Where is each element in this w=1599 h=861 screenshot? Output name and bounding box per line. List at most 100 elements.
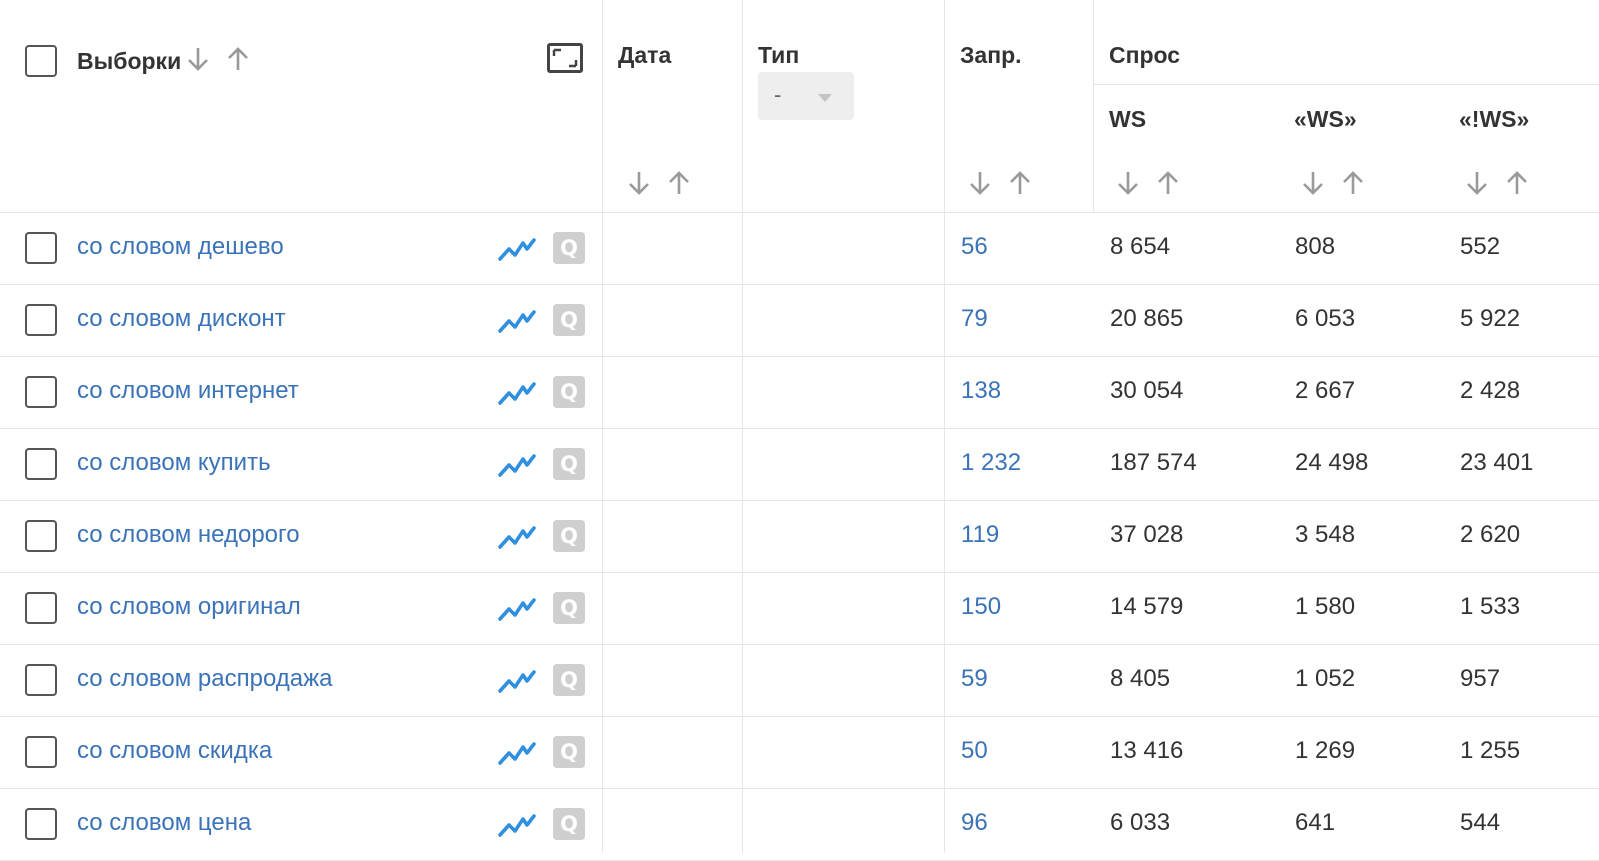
table-row: со словом интернет Q 138 30 054 2 667 2 428 <box>0 357 1599 429</box>
q-icon[interactable]: Q <box>553 376 585 408</box>
ws-quoted-value: 6 053 <box>1295 305 1356 332</box>
trend-chart-icon[interactable] <box>497 737 537 769</box>
selection-name-link[interactable]: со словом цена <box>77 809 251 837</box>
column-header-ws-quoted: «WS» <box>1294 106 1357 132</box>
q-icon[interactable]: Q <box>553 304 585 336</box>
table-row: со словом оригинал Q 150 14 579 1 580 1 533 <box>0 573 1599 645</box>
arrow-down-icon[interactable] <box>1462 168 1492 198</box>
trend-chart-icon[interactable] <box>497 449 537 481</box>
table-row: со словом дисконт Q 79 20 865 6 053 5 922 <box>0 285 1599 357</box>
row-checkbox[interactable] <box>25 448 57 480</box>
sort-controls-date <box>624 168 694 198</box>
ws-value: 20 865 <box>1110 305 1184 332</box>
data-table: Выборки Дата Тип - Запр. Спрос WS «WS» «… <box>0 0 1599 861</box>
row-checkbox[interactable] <box>25 736 57 768</box>
table-row: со словом купить Q 1 232 187 574 24 498 23 40… <box>0 429 1599 501</box>
select-all-checkbox[interactable] <box>25 45 57 77</box>
ws-value: 187 574 <box>1110 449 1197 476</box>
arrow-up-icon[interactable] <box>1502 168 1532 198</box>
trend-chart-icon[interactable] <box>497 809 537 841</box>
arrow-down-icon[interactable] <box>965 168 995 198</box>
row-checkbox[interactable] <box>25 304 57 336</box>
q-icon[interactable]: Q <box>553 232 585 264</box>
row-checkbox[interactable] <box>25 592 57 624</box>
ws-exact-value: 2 428 <box>1460 377 1521 404</box>
trend-chart-icon[interactable] <box>497 377 537 409</box>
arrow-up-icon[interactable] <box>664 168 694 198</box>
row-checkbox[interactable] <box>25 664 57 696</box>
selection-name-link[interactable]: со словом купить <box>77 449 271 477</box>
q-icon[interactable]: Q <box>553 592 585 624</box>
selection-name-link[interactable]: со словом дисконт <box>77 305 286 333</box>
type-filter-value: - <box>774 82 782 107</box>
ws-quoted-value: 1 052 <box>1295 665 1356 692</box>
row-checkbox[interactable] <box>25 376 57 408</box>
queries-count[interactable]: 56 <box>961 233 988 261</box>
queries-count[interactable]: 50 <box>961 737 988 765</box>
column-header-ws: WS <box>1109 106 1147 132</box>
arrow-up-icon[interactable] <box>1153 168 1183 198</box>
q-icon[interactable]: Q <box>553 736 585 768</box>
selection-name-link[interactable]: со словом распродажа <box>77 665 333 693</box>
row-checkbox[interactable] <box>25 808 57 840</box>
ws-value: 13 416 <box>1110 737 1184 764</box>
sort-controls-selections <box>183 44 253 74</box>
ws-quoted-value: 2 667 <box>1295 377 1356 404</box>
table-row: со словом цена Q 96 6 033 641 544 <box>0 789 1599 861</box>
q-icon[interactable]: Q <box>553 448 585 480</box>
arrow-up-icon[interactable] <box>223 44 253 74</box>
trend-chart-icon[interactable] <box>497 305 537 337</box>
column-header-date: Дата <box>618 42 672 68</box>
ws-exact-value: 1 533 <box>1460 593 1521 620</box>
trend-chart-icon[interactable] <box>497 593 537 625</box>
ws-quoted-value: 1 269 <box>1295 737 1356 764</box>
trend-chart-icon[interactable] <box>497 233 537 265</box>
column-header-selections: Выборки <box>77 48 182 74</box>
queries-count[interactable]: 150 <box>961 593 1001 621</box>
table-row: со словом дешево Q 56 8 654 808 552 <box>0 213 1599 285</box>
ws-quoted-value: 1 580 <box>1295 593 1356 620</box>
selection-name-link[interactable]: со словом скидка <box>77 737 272 765</box>
selection-name-link[interactable]: со словом недорого <box>77 521 300 549</box>
ws-quoted-value: 24 498 <box>1295 449 1369 476</box>
q-icon[interactable]: Q <box>553 664 585 696</box>
subheader-divider <box>1093 84 1599 85</box>
row-checkbox[interactable] <box>25 520 57 552</box>
arrow-down-icon[interactable] <box>624 168 654 198</box>
arrow-down-icon[interactable] <box>183 44 213 74</box>
arrow-down-icon[interactable] <box>1298 168 1328 198</box>
row-checkbox[interactable] <box>25 232 57 264</box>
trend-chart-icon[interactable] <box>497 665 537 697</box>
sort-controls-ws-exact <box>1462 168 1532 198</box>
table-row: со словом скидка Q 50 13 416 1 269 1 255 <box>0 717 1599 789</box>
queries-count[interactable]: 79 <box>961 305 988 333</box>
arrow-up-icon[interactable] <box>1338 168 1368 198</box>
ws-value: 14 579 <box>1110 593 1184 620</box>
ws-exact-value: 2 620 <box>1460 521 1521 548</box>
ws-quoted-value: 3 548 <box>1295 521 1356 548</box>
q-icon[interactable]: Q <box>553 520 585 552</box>
column-group-demand: Спрос <box>1109 42 1181 68</box>
arrow-up-icon[interactable] <box>1005 168 1035 198</box>
queries-count[interactable]: 59 <box>961 665 988 693</box>
queries-count[interactable]: 1 232 <box>961 449 1021 477</box>
sort-controls-ws-quoted <box>1298 168 1368 198</box>
queries-count[interactable]: 119 <box>961 521 999 549</box>
queries-count[interactable]: 138 <box>961 377 1001 405</box>
selection-name-link[interactable]: со словом дешево <box>77 233 284 261</box>
column-header-ws-exact: «!WS» <box>1459 106 1530 132</box>
selection-name-link[interactable]: со словом интернет <box>77 377 299 405</box>
ws-exact-value: 5 922 <box>1460 305 1521 332</box>
column-header-queries: Запр. <box>960 42 1022 68</box>
expand-icon[interactable] <box>547 43 583 73</box>
q-icon[interactable]: Q <box>553 808 585 840</box>
selection-name-link[interactable]: со словом оригинал <box>77 593 301 621</box>
ws-value: 37 028 <box>1110 521 1184 548</box>
ws-exact-value: 957 <box>1460 665 1501 692</box>
ws-exact-value: 23 401 <box>1460 449 1534 476</box>
queries-count[interactable]: 96 <box>961 809 988 837</box>
ws-value: 8 405 <box>1110 665 1171 692</box>
trend-chart-icon[interactable] <box>497 521 537 553</box>
arrow-down-icon[interactable] <box>1113 168 1143 198</box>
type-filter-select[interactable]: - <box>758 72 854 120</box>
